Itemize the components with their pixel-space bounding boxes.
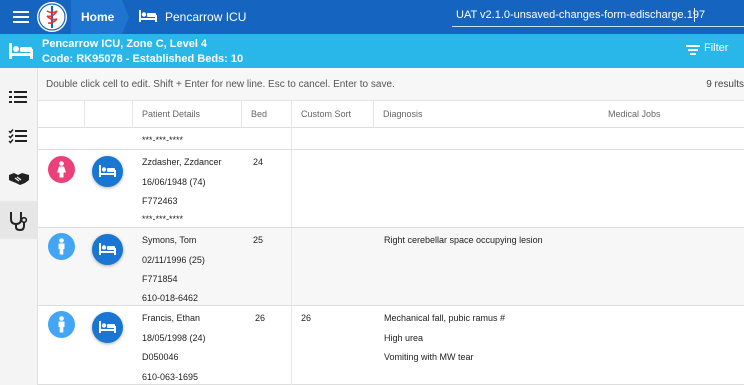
column-header-custom-sort[interactable]: Custom Sort: [301, 109, 351, 119]
gender-badge-male[interactable]: [48, 233, 75, 260]
bed-number[interactable]: 24: [253, 157, 263, 167]
column-header-bed[interactable]: Bed: [251, 109, 267, 119]
bed-icon: [99, 321, 116, 333]
ward-code: Code: RK95078 - Established Beds: 10: [42, 53, 244, 65]
breadcrumb-ward[interactable]: Pencarrow ICU: [137, 0, 287, 34]
breadcrumb-home[interactable]: Home: [71, 0, 129, 34]
bed-icon: [99, 165, 116, 177]
nhs-number: 610-063-1695: [142, 372, 199, 382]
side-nav: [0, 68, 38, 385]
diagnosis-item[interactable]: High urea: [384, 333, 423, 343]
patient-dob: 18/05/1998 (24): [142, 333, 206, 343]
patient-mrn: F772463: [142, 196, 178, 206]
patient-mrn: D050046: [142, 352, 179, 362]
bed-icon: [99, 243, 116, 255]
caduceus-logo-icon[interactable]: [37, 2, 67, 32]
patient-dob: 16/06/1948 (74): [142, 177, 206, 187]
diagnosis-item[interactable]: Right cerebellar space occupying lesion: [384, 235, 543, 245]
column-divider: [132, 101, 133, 128]
handshake-icon: [9, 173, 29, 185]
nav-handover[interactable]: [0, 159, 38, 197]
nav-list[interactable]: [0, 78, 38, 116]
patient-name: Zzdasher, Zzdancer: [142, 157, 222, 167]
list-icon: [9, 91, 27, 103]
environment-field[interactable]: UAT v2.1.0-unsaved-changes-form-edischar…: [452, 5, 744, 27]
patient-dob: 02/11/1996 (25): [142, 255, 205, 265]
breadcrumb-home-label: Home: [81, 10, 115, 24]
table-row[interactable]: Francis, Ethan 18/05/1998 (24) D050046 6…: [38, 306, 744, 385]
table-row[interactable]: Symons, Tom 02/11/1996 (25) F771854 610-…: [38, 228, 744, 306]
ward-title: Pencarrow ICU, Zone C, Level 4: [42, 38, 208, 50]
patient-name: Francis, Ethan: [142, 313, 201, 323]
filter-label: Filter: [704, 42, 729, 54]
bed-button[interactable]: [92, 234, 123, 265]
bed-icon: [139, 10, 157, 22]
patient-mrn: F771854: [142, 274, 178, 284]
nhs-number: 610-018-6462: [142, 293, 199, 303]
gender-badge-female[interactable]: [48, 156, 75, 183]
bed-button[interactable]: [92, 156, 123, 187]
edit-hint-text: Double click cell to edit. Shift + Enter…: [46, 79, 395, 90]
bed-icon: [9, 43, 33, 59]
nav-checklist[interactable]: [0, 117, 38, 155]
column-header-diagnosis[interactable]: Diagnosis: [383, 109, 423, 119]
diagnosis-item[interactable]: Vomiting with MW tear: [384, 352, 474, 362]
custom-sort-cell[interactable]: 26: [301, 313, 311, 323]
filter-icon: [686, 45, 700, 55]
gender-badge-male[interactable]: [48, 311, 75, 338]
results-count: 9 results: [706, 79, 744, 90]
bed-number[interactable]: 26: [255, 313, 265, 323]
nhs-number: ***-***-****: [142, 135, 184, 145]
text-caret: [694, 8, 695, 22]
male-person-icon: [58, 238, 65, 255]
table-row[interactable]: ***-***-****: [38, 128, 744, 150]
column-divider: [84, 101, 85, 128]
column-divider: [291, 101, 292, 385]
bed-button[interactable]: [92, 312, 123, 343]
nhs-number: ***-***-****: [142, 214, 184, 224]
ward-header: Pencarrow ICU, Zone C, Level 4 Code: RK9…: [0, 34, 744, 68]
breadcrumb-ward-label: Pencarrow ICU: [165, 10, 247, 24]
nav-clinical[interactable]: [0, 201, 38, 239]
stethoscope-icon: [10, 212, 28, 232]
column-header-patient-details[interactable]: Patient Details: [142, 109, 200, 119]
male-person-icon: [58, 316, 65, 333]
female-person-icon: [57, 161, 66, 178]
hamburger-menu-icon[interactable]: [13, 11, 29, 23]
table-info-bar: Double click cell to edit. Shift + Enter…: [38, 68, 744, 101]
table-header: Patient Details Bed Custom Sort Diagnosi…: [38, 101, 744, 128]
filter-button[interactable]: Filter: [684, 40, 742, 60]
table-row[interactable]: Zzdasher, Zzdancer 16/06/1948 (74) F7724…: [38, 150, 744, 228]
checklist-icon: [8, 129, 27, 144]
environment-value: UAT v2.1.0-unsaved-changes-form-edischar…: [456, 9, 706, 21]
diagnosis-item[interactable]: Mechanical fall, pubic ramus #: [384, 313, 505, 323]
patient-name: Symons, Tom: [142, 235, 197, 245]
column-header-medical-jobs[interactable]: Medical Jobs: [608, 109, 661, 119]
column-divider: [373, 101, 374, 128]
column-divider: [241, 101, 242, 128]
bed-number[interactable]: 25: [253, 235, 263, 245]
top-app-bar: Home Pencarrow ICU UAT v2.1.0-unsaved-ch…: [0, 0, 744, 34]
